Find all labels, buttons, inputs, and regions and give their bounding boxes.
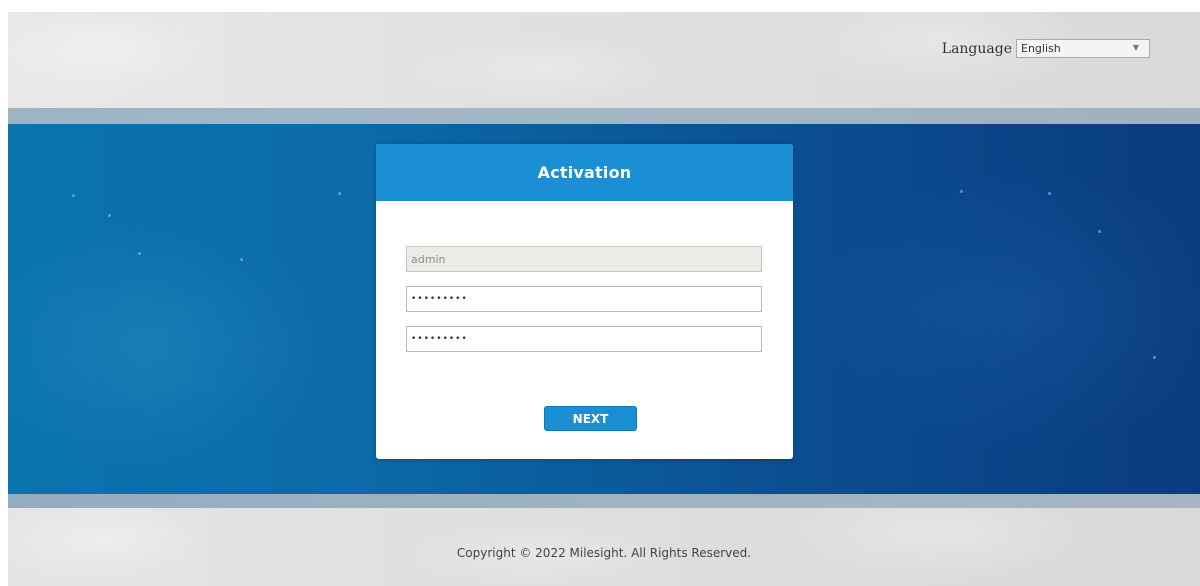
dialog-header: Activation xyxy=(376,144,793,201)
decor-dot xyxy=(1048,192,1051,195)
footer-stripe xyxy=(8,494,1200,508)
decor-dot xyxy=(108,214,111,217)
language-label: Language xyxy=(941,40,1012,57)
chevron-down-icon: ▼ xyxy=(1132,43,1139,52)
next-button[interactable]: NEXT xyxy=(544,406,637,431)
decor-dot xyxy=(72,194,75,197)
language-selected-value: English xyxy=(1021,42,1061,55)
language-selector: Language English ▼ xyxy=(942,39,1150,58)
dialog-title: Activation xyxy=(537,163,632,182)
copyright-text: Copyright © 2022 Milesight. All Rights R… xyxy=(456,546,752,560)
decor-dot xyxy=(960,190,963,193)
username-field: admin xyxy=(406,246,762,272)
activation-dialog: Activation admin ••••••••• ••••••••• NEX… xyxy=(376,144,793,459)
login-page: Language English ▼ Activation admin ••••… xyxy=(8,12,1200,586)
decor-dot xyxy=(138,252,141,255)
decor-dot xyxy=(240,258,243,261)
confirm-password-field[interactable]: ••••••••• xyxy=(406,326,762,352)
decor-dot xyxy=(1098,230,1101,233)
decor-dot xyxy=(338,192,341,195)
language-select[interactable]: English ▼ xyxy=(1016,39,1150,58)
decor-dot xyxy=(1153,356,1156,359)
header-stripe xyxy=(8,108,1200,124)
header-band xyxy=(8,12,1200,108)
password-field[interactable]: ••••••••• xyxy=(406,286,762,312)
